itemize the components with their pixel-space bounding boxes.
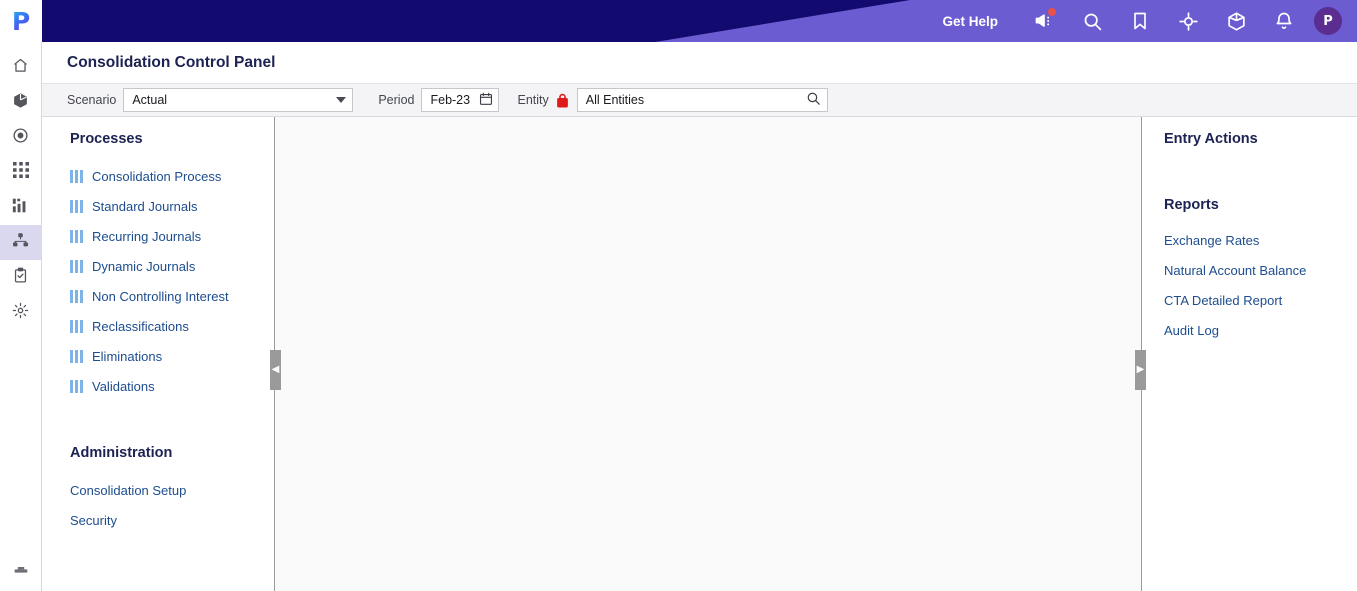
home-icon [12, 57, 29, 79]
avatar[interactable]: P [1314, 7, 1342, 35]
entity-label: Entity [517, 93, 549, 107]
rail-item-cube[interactable] [0, 85, 42, 120]
rail-item-grid[interactable] [0, 155, 42, 190]
bookmark-icon[interactable] [1116, 0, 1164, 42]
app-root: Get Help P P Consolidation Control Panel… [0, 0, 1357, 591]
header-actions: Get Help P [942, 0, 1347, 42]
rail-item-settings[interactable] [0, 295, 42, 330]
process-label: Recurring Journals [92, 228, 202, 244]
rail-item-home[interactable] [0, 50, 42, 85]
get-help-link[interactable]: Get Help [942, 14, 998, 29]
process-item-consolidation-process[interactable]: Consolidation Process [70, 161, 274, 191]
process-label: Non Controlling Interest [92, 288, 229, 304]
left-icon-rail [0, 42, 42, 591]
bars-icon [70, 259, 83, 273]
actions-panel: Entry Actions Reports Exchange Rates Nat… [1141, 117, 1357, 591]
process-item-non-controlling-interest[interactable]: Non Controlling Interest [70, 281, 274, 311]
bell-icon[interactable] [1260, 0, 1308, 42]
admin-item-security[interactable]: Security [70, 505, 274, 535]
bars-icon [70, 319, 83, 333]
admin-item-consolidation-setup[interactable]: Consolidation Setup [70, 475, 274, 505]
rail-item-consolidation[interactable] [0, 225, 42, 260]
grid-icon [12, 162, 29, 183]
process-item-standard-journals[interactable]: Standard Journals [70, 191, 274, 221]
calendar-icon [479, 92, 493, 109]
report-item-cta-detailed-report[interactable]: CTA Detailed Report [1164, 285, 1357, 315]
megaphone-icon[interactable] [1020, 0, 1068, 42]
process-label: Consolidation Process [92, 168, 222, 184]
page-title-bar: Consolidation Control Panel [42, 42, 1357, 83]
filter-bar: Scenario Actual Period Feb-23 Entity All… [42, 83, 1357, 117]
processes-panel: Processes Consolidation Process Standard… [42, 117, 275, 591]
app-logo[interactable]: P [0, 0, 42, 42]
rail-item-tasks[interactable] [0, 260, 42, 295]
bars-icon [70, 169, 83, 183]
collapse-right-panel-handle[interactable]: ▶ [1135, 350, 1146, 390]
entity-search-input[interactable]: All Entities [576, 88, 828, 112]
clipboard-icon [12, 267, 29, 289]
period-label: Period [378, 93, 415, 107]
gear-icon [12, 302, 29, 324]
report-item-natural-account-balance[interactable]: Natural Account Balance [1164, 255, 1357, 285]
page-title: Consolidation Control Panel [67, 53, 276, 71]
entity-lock-icon[interactable] [556, 93, 569, 108]
bars-icon [70, 199, 83, 213]
main-content-area [275, 117, 1141, 591]
scenario-value: Actual [132, 93, 168, 107]
bars-icon [70, 349, 83, 363]
process-label: Reclassifications [92, 318, 189, 334]
rail-item-reports[interactable] [0, 190, 42, 225]
process-label: Dynamic Journals [92, 258, 196, 274]
period-value: Feb-23 [430, 93, 471, 107]
bars-icon [70, 379, 83, 393]
notification-badge [1048, 8, 1056, 16]
process-item-reclassifications[interactable]: Reclassifications [70, 311, 274, 341]
process-item-validations[interactable]: Validations [70, 371, 274, 401]
processes-heading: Processes [70, 131, 143, 147]
chevron-down-icon [336, 97, 347, 103]
process-item-eliminations[interactable]: Eliminations [70, 341, 274, 371]
process-item-dynamic-journals[interactable]: Dynamic Journals [70, 251, 274, 281]
search-icon[interactable] [806, 91, 821, 109]
report-item-exchange-rates[interactable]: Exchange Rates [1164, 225, 1357, 255]
rail-item-collapse[interactable] [0, 556, 42, 591]
scenario-label: Scenario [67, 93, 117, 107]
rail-item-target[interactable] [0, 120, 42, 155]
bottom-partial-icon [13, 563, 29, 584]
target-icon[interactable] [1164, 0, 1212, 42]
chevron-left-icon: ◀ [271, 364, 280, 375]
chevron-right-icon: ▶ [1136, 364, 1145, 375]
scenario-select[interactable]: Actual [123, 88, 354, 112]
top-header-bar: Get Help P [0, 0, 1357, 42]
report-item-audit-log[interactable]: Audit Log [1164, 315, 1357, 345]
cube-icon [12, 92, 29, 114]
search-icon[interactable] [1068, 0, 1116, 42]
process-label: Eliminations [92, 348, 163, 364]
bar-chart-icon [12, 197, 29, 219]
process-label: Validations [92, 378, 155, 394]
target-icon [12, 127, 29, 149]
process-item-recurring-journals[interactable]: Recurring Journals [70, 221, 274, 251]
body-area: Processes Consolidation Process Standard… [42, 117, 1357, 591]
process-label: Standard Journals [92, 198, 198, 214]
header-navy-shape [0, 0, 910, 42]
entity-value: All Entities [585, 93, 645, 107]
cube-icon[interactable] [1212, 0, 1260, 42]
hierarchy-icon [12, 232, 29, 254]
collapse-left-panel-handle[interactable]: ◀ [270, 350, 281, 390]
logo-letter: P [11, 6, 31, 36]
administration-heading: Administration [70, 445, 173, 461]
bars-icon [70, 289, 83, 303]
bars-icon [70, 229, 83, 243]
reports-heading: Reports [1164, 197, 1219, 213]
entry-actions-heading: Entry Actions [1164, 131, 1258, 147]
period-select[interactable]: Feb-23 [421, 88, 500, 112]
